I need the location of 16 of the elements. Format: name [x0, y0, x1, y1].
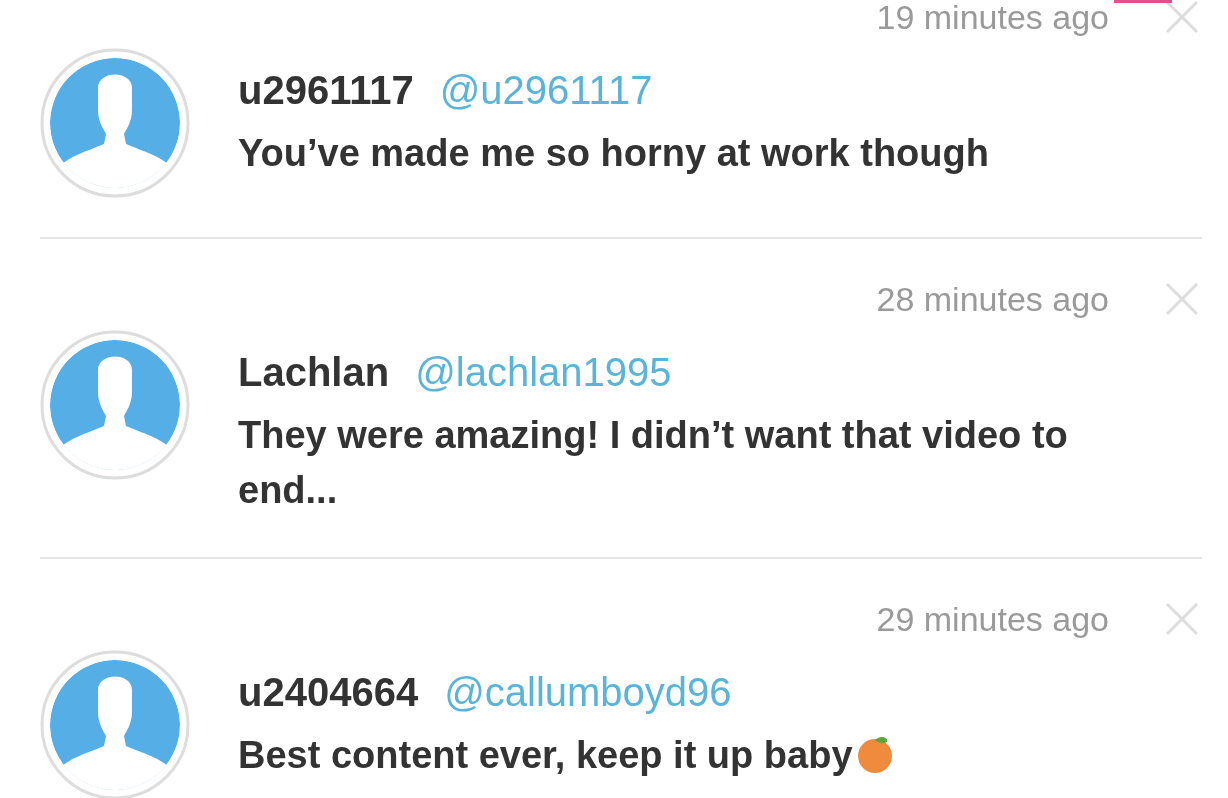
timestamp: 19 minutes ago [876, 0, 1109, 37]
avatar-icon[interactable] [40, 330, 190, 480]
comment-text: Best content ever, keep it up baby [238, 728, 1168, 783]
avatar-icon[interactable] [40, 48, 190, 198]
timestamp: 29 minutes ago [876, 599, 1109, 639]
comment-text: You’ve made me so horny at work though [238, 131, 990, 176]
user-name[interactable]: u2404664 [238, 669, 419, 715]
tab-underline [1114, 0, 1172, 3]
timestamp: 28 minutes ago [876, 279, 1109, 319]
close-icon[interactable] [1164, 0, 1200, 35]
user-name[interactable]: u2961117 [238, 67, 414, 113]
avatar-icon[interactable] [40, 650, 190, 798]
close-icon[interactable] [1164, 601, 1200, 637]
close-icon[interactable] [1164, 281, 1200, 317]
user-name[interactable]: Lachlan [238, 349, 390, 395]
comment-text: They were amazing! I didn’t want that video to end... [238, 413, 1069, 513]
